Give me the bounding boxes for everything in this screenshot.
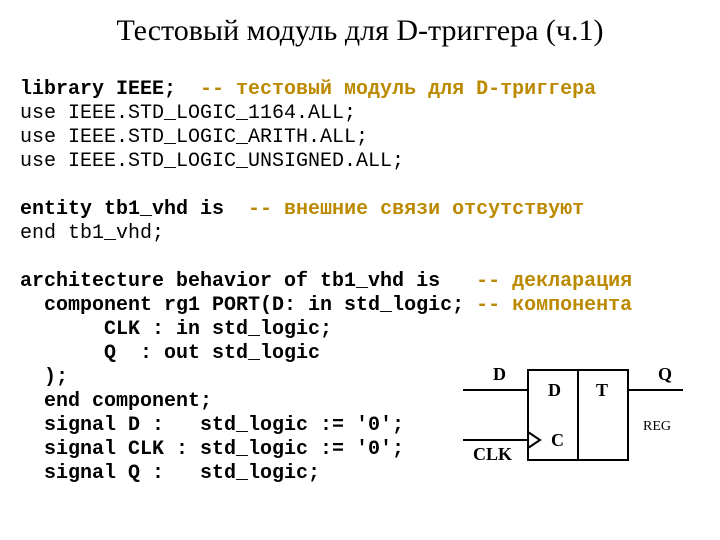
code-line: library IEEE; -- тестовый модуль для D-т… <box>20 78 596 101</box>
pin-d-label: D <box>548 380 561 400</box>
slide-title: Тестовый модуль для D-триггера (ч.1) <box>0 0 720 54</box>
code-line: Q : out std_logic <box>20 342 320 365</box>
code-line: use IEEE.STD_LOGIC_UNSIGNED.ALL; <box>20 150 404 173</box>
code-line: end component; <box>20 390 212 413</box>
code-line: use IEEE.STD_LOGIC_1164.ALL; <box>20 102 356 125</box>
d-flipflop-diagram: D C T D CLK Q REG <box>458 350 688 480</box>
code-line: end tb1_vhd; <box>20 222 164 245</box>
code-blank <box>20 246 32 269</box>
code-line: signal Q : std_logic; <box>20 462 320 485</box>
d-label: D <box>493 364 506 384</box>
code-blank <box>20 174 32 197</box>
code-line: CLK : in std_logic; <box>20 318 332 341</box>
t-label: T <box>596 380 608 400</box>
pin-c-label: C <box>551 430 564 450</box>
code-line: ); <box>20 366 68 389</box>
q-label: Q <box>658 364 672 384</box>
code-line: architecture behavior of tb1_vhd is -- д… <box>20 270 632 293</box>
clk-label: CLK <box>473 444 512 464</box>
code-line: component rg1 PORT(D: in std_logic; -- к… <box>20 294 632 317</box>
code-line: entity tb1_vhd is -- внешние связи отсут… <box>20 198 584 221</box>
code-line: signal D : std_logic := '0'; <box>20 414 404 437</box>
reg-label: REG <box>643 419 671 434</box>
code-line: use IEEE.STD_LOGIC_ARITH.ALL; <box>20 126 368 149</box>
code-line: signal CLK : std_logic := '0'; <box>20 438 404 461</box>
